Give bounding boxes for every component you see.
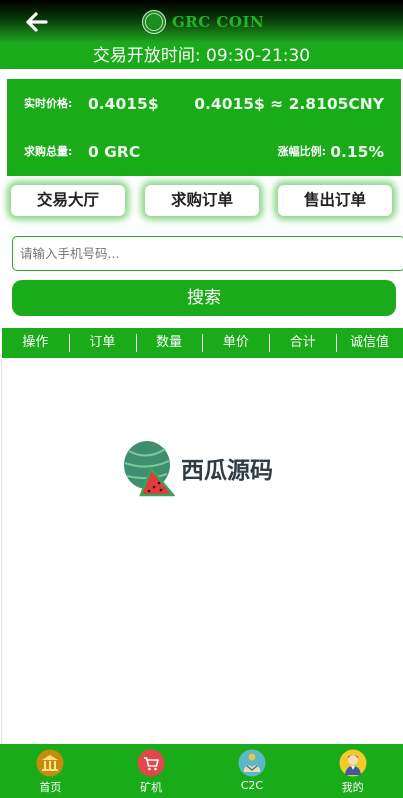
nav-item-c2c[interactable]: C2C: [202, 744, 303, 798]
change-ratio-value: 0.15%: [330, 143, 384, 161]
nav-item-mine[interactable]: 我的: [302, 744, 403, 798]
column-header-unit-price: 单价: [202, 328, 269, 358]
volume-row: 求购总量: 0 GRC 涨幅比例: 0.15%: [7, 137, 401, 167]
phone-search-input[interactable]: [12, 236, 403, 271]
watermark-text: 西瓜源码: [181, 458, 273, 484]
purchase-total-label: 求购总量:: [24, 145, 73, 158]
nav-label-mine: 我的: [341, 781, 364, 794]
column-header-quantity: 数量: [135, 328, 203, 358]
trading-hours-banner: 交易开放时间: 09:30-21:30: [0, 43, 403, 69]
tab-purchase-orders[interactable]: 求购订单: [145, 185, 259, 216]
realtime-price-value: 0.4015$: [88, 95, 159, 113]
shopping-cart-icon: [137, 749, 165, 777]
column-header-total: 合计: [269, 328, 336, 358]
price-row: 实时价格: 0.4015$ 0.4015$ ≈ 2.8105CNY: [7, 89, 401, 119]
watermark-logo: 西瓜源码: [121, 439, 273, 497]
column-header-credit-score: 诚信值: [336, 328, 403, 358]
watermelon-icon: [124, 441, 175, 497]
search-button[interactable]: 搜索: [12, 280, 396, 316]
grc-coin-emblem-icon: [142, 10, 166, 34]
c2c-trade-icon: [238, 749, 266, 777]
user-avatar-icon: [339, 749, 367, 777]
back-arrow-icon[interactable]: [22, 10, 52, 34]
nav-item-miner[interactable]: 矿机: [101, 744, 202, 798]
change-ratio-label: 涨幅比例:: [277, 145, 326, 158]
bottom-navigation: 首页 矿机 C2C 我的: [0, 744, 403, 798]
purchase-total-value: 0 GRC: [88, 143, 141, 161]
column-header-order: 订单: [68, 328, 136, 358]
order-list: 西瓜源码: [1, 358, 403, 744]
brand-name: GRC COIN: [172, 13, 265, 31]
tab-sell-orders[interactable]: 售出订单: [278, 185, 392, 216]
tab-trading-hall[interactable]: 交易大厅: [11, 185, 125, 216]
realtime-price-label: 实时价格:: [24, 97, 73, 110]
order-table-header: 操作 订单 数量 单价 合计 诚信值: [2, 328, 403, 358]
nav-label-c2c: C2C: [240, 779, 264, 792]
nav-item-home[interactable]: 首页: [0, 744, 101, 798]
nav-label-miner: 矿机: [140, 781, 163, 794]
price-conversion: 0.4015$ ≈ 2.8105CNY: [194, 95, 384, 113]
nav-label-home: 首页: [39, 781, 62, 794]
brand-logo: GRC COIN: [142, 10, 264, 34]
column-header-action: 操作: [22, 335, 49, 350]
top-bar: GRC COIN: [0, 0, 403, 43]
price-panel: 实时价格: 0.4015$ 0.4015$ ≈ 2.8105CNY 求购总量: …: [7, 79, 401, 176]
bank-icon: [36, 749, 64, 777]
